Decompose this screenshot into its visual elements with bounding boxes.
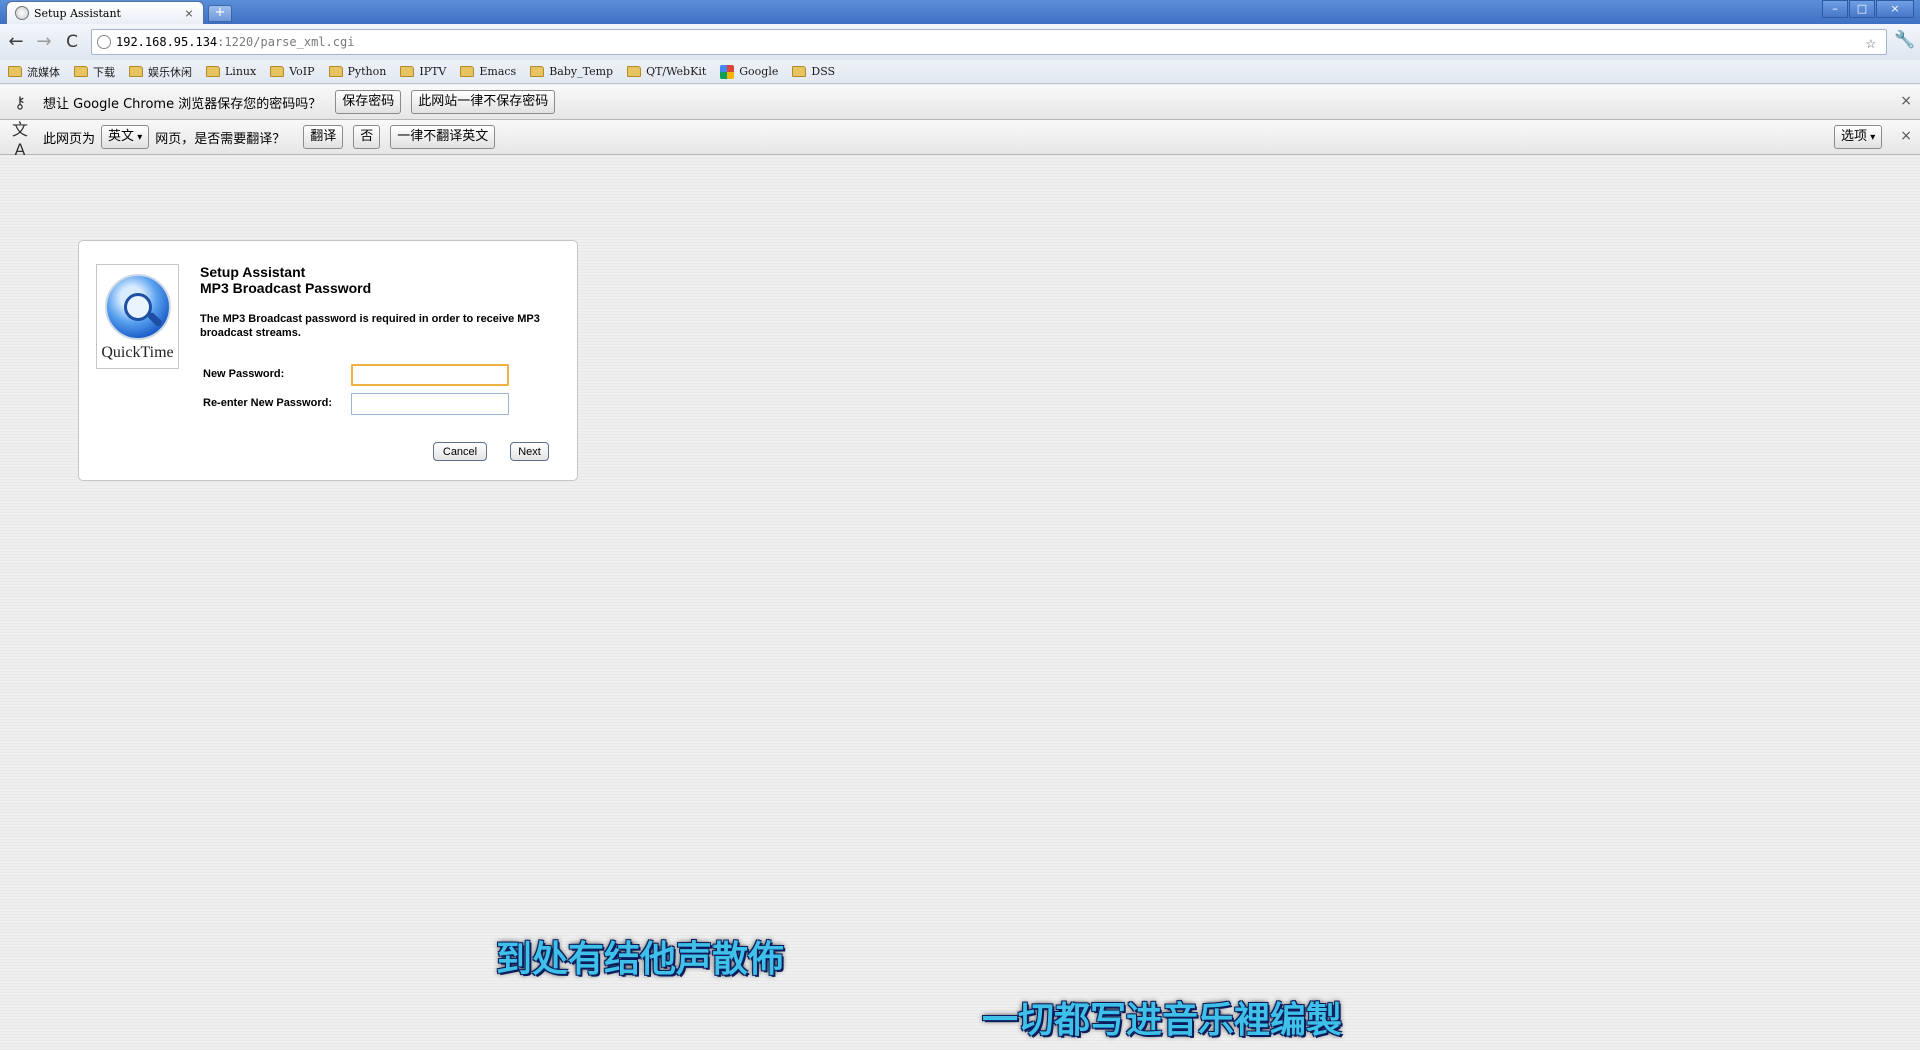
folder-icon [129,66,143,77]
wrench-menu-icon[interactable]: 🔧 [1894,30,1915,50]
dialog-heading: Setup Assistant MP3 Broadcast Password [200,264,371,296]
bookmark-folder[interactable]: VoIP [270,65,315,78]
cancel-button[interactable]: Cancel [433,442,487,461]
translate-infobar: 文A 此网页为 英文 网页，是否需要翻译？ 翻译 否 一律不翻译英文 选项 × [0,120,1920,159]
reload-button[interactable]: C [61,32,83,54]
translate-prefix-text: 此网页为 [43,131,96,147]
address-bar[interactable]: 192.168.95.134:1220/parse_xml.cgi ☆ [91,29,1887,55]
page-info-icon[interactable] [97,35,111,49]
reenter-password-label: Re-enter New Password: [203,397,332,409]
bookmark-folder[interactable]: 娱乐休闲 [129,64,192,80]
no-translate-button[interactable]: 否 [353,125,381,149]
folder-icon [8,66,22,77]
new-tab-button[interactable]: + [208,5,232,22]
browser-toolbar: ← → C 192.168.95.134:1220/parse_xml.cgi … [0,24,1920,60]
back-button[interactable]: ← [5,32,27,54]
dialog-title: Setup Assistant [200,264,306,280]
close-icon[interactable]: × [1900,128,1912,144]
subtitle-line-2: 一切都写进音乐裡编製 [982,1000,1343,1041]
bookmark-folder[interactable]: QT/WebKit [627,65,706,78]
bookmark-folder[interactable]: Linux [206,65,256,78]
next-button[interactable]: Next [510,442,549,461]
page-favicon-icon [15,6,29,20]
language-select[interactable]: 英文 [101,125,150,149]
google-icon [720,64,735,79]
folder-icon [328,66,343,77]
folder-icon [400,66,415,77]
folder-icon [74,66,88,77]
url-path: :1220/parse_xml.cgi [217,35,355,49]
setup-assistant-dialog: QuickTime Setup Assistant MP3 Broadcast … [78,240,578,481]
translate-button[interactable]: 翻译 [303,125,344,149]
page-content: QuickTime Setup Assistant MP3 Broadcast … [0,156,1920,1050]
minimize-button[interactable]: – [1822,0,1848,18]
bookmark-folder[interactable]: DSS [792,65,835,78]
folder-icon [792,66,807,77]
reenter-password-field[interactable] [351,393,509,415]
translate-suffix-text: 网页，是否需要翻译？ [155,131,286,147]
bookmark-folder[interactable]: 流媒体 [8,64,60,80]
forward-button[interactable]: → [33,32,55,54]
bookmark-folder[interactable]: 下载 [74,64,115,80]
options-dropdown[interactable]: 选项 [1834,125,1883,149]
folder-icon [627,66,642,77]
password-save-infobar: ⚷ 想让 Google Chrome 浏览器保存您的密码吗？ 保存密码 此网站一… [0,85,1920,120]
tab-setup-assistant[interactable]: Setup Assistant × [6,1,204,24]
folder-icon [460,66,475,77]
close-icon[interactable]: × [1900,93,1912,109]
quicktime-q-icon [105,274,171,340]
folder-icon [270,66,285,77]
folder-icon [206,66,220,77]
bookmarks-bar: 流媒体 下载 娱乐休闲 Linux VoIP Python IPTV Emacs… [0,60,1920,84]
new-password-label: New Password: [203,368,285,380]
window-titlebar: Setup Assistant × + – □ × [0,0,1920,24]
url-host: 192.168.95.134 [116,35,218,49]
bookmark-star-icon[interactable]: ☆ [1866,33,1876,53]
bookmark-folder[interactable]: IPTV [400,65,446,78]
subtitle-line-1: 到处有结他声散佈 [496,939,785,980]
bookmark-folder[interactable]: Baby_Temp [530,65,613,78]
quicktime-logo-text: QuickTime [101,344,174,361]
new-password-field[interactable] [351,364,509,386]
dialog-subtitle: MP3 Broadcast Password [200,280,372,296]
bookmark-folder[interactable]: Python [328,65,386,78]
save-password-button[interactable]: 保存密码 [335,90,402,114]
tab-close-icon[interactable]: × [183,7,195,20]
never-translate-button[interactable]: 一律不翻译英文 [390,125,496,149]
translate-icon: 文A [11,119,28,159]
never-save-password-button[interactable]: 此网站一律不保存密码 [411,90,556,114]
password-prompt-text: 想让 Google Chrome 浏览器保存您的密码吗？ [43,96,322,112]
maximize-button[interactable]: □ [1849,0,1875,18]
key-icon: ⚷ [14,92,26,112]
folder-icon [530,66,545,77]
dialog-description: The MP3 Broadcast password is required i… [200,313,540,339]
quicktime-logo: QuickTime [96,264,179,369]
bookmark-folder[interactable]: Emacs [460,65,516,78]
tab-title: Setup Assistant [34,6,121,20]
bookmark-google[interactable]: Google [720,64,778,79]
window-close-button[interactable]: × [1876,0,1914,18]
